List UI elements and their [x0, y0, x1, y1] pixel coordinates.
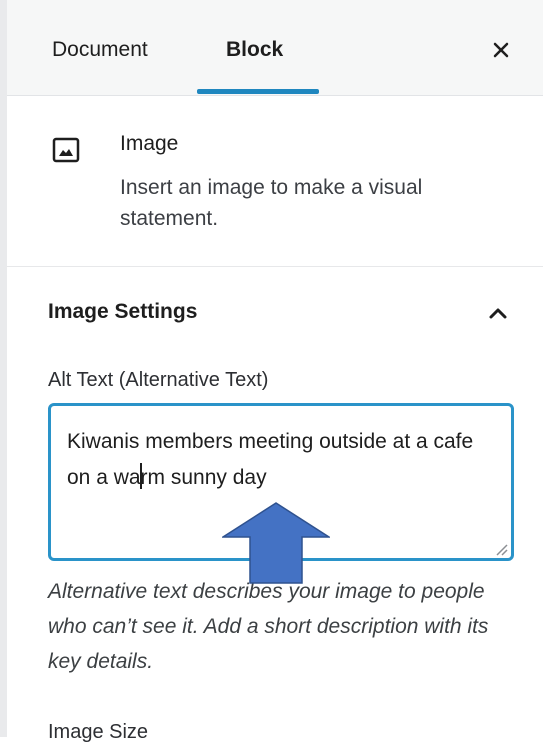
image-size-label: Image Size [48, 721, 149, 743]
close-button[interactable] [483, 32, 519, 68]
tab-block[interactable]: Block [226, 36, 283, 64]
sidebar-border [0, 0, 7, 737]
chevron-up-icon [489, 308, 507, 319]
sidebar-header: Document Block [7, 0, 543, 96]
active-tab-indicator [197, 89, 319, 94]
resize-handle-icon[interactable] [494, 542, 508, 556]
block-card: Image Insert an image to make a visual s… [7, 96, 543, 267]
block-title: Image [120, 132, 179, 155]
tab-document[interactable]: Document [52, 36, 148, 64]
up-arrow-annotation-icon [222, 502, 330, 584]
close-icon [493, 42, 509, 58]
text-cursor [140, 463, 142, 489]
image-icon [52, 136, 80, 164]
block-settings-sidebar: Document Block Image Insert an image to … [0, 0, 543, 743]
alt-text-help: Alternative text describes your image to… [48, 580, 489, 673]
block-description: Insert an image to make a visual stateme… [120, 176, 423, 230]
image-settings-title[interactable]: Image Settings [48, 298, 197, 326]
alt-text-label: Alt Text (Alternative Text) [48, 369, 269, 391]
panel-toggle-button[interactable] [482, 299, 514, 327]
